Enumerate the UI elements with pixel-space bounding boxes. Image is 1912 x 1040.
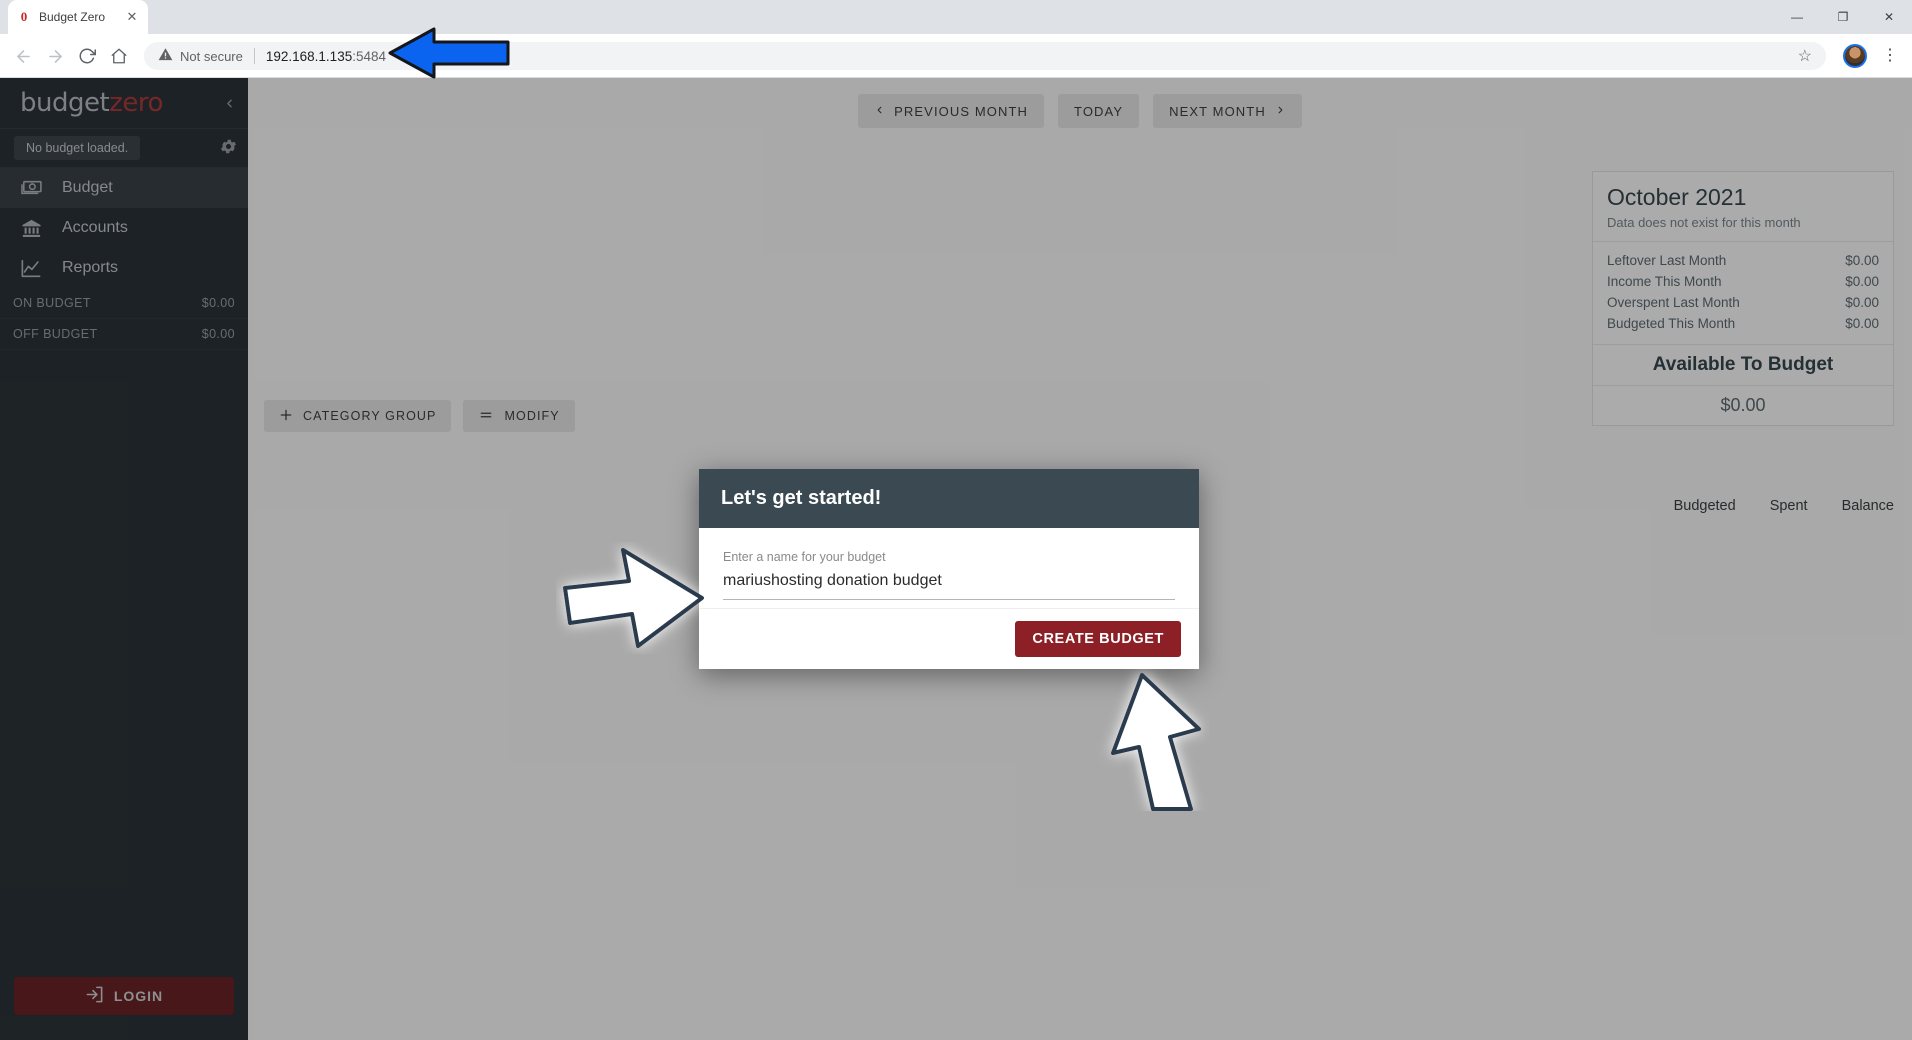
dialog-body: Enter a name for your budget (699, 528, 1199, 608)
create-budget-button[interactable]: CREATE BUDGET (1015, 621, 1181, 657)
url-port: :5484 (352, 48, 387, 64)
profile-avatar[interactable] (1843, 44, 1867, 68)
browser-titlebar: 0 Budget Zero ✕ — ❐ ✕ (0, 0, 1912, 34)
warning-triangle-icon (158, 47, 173, 65)
omnibox-divider (253, 48, 255, 64)
forward-button[interactable] (40, 41, 70, 71)
window-maximize-button[interactable]: ❐ (1820, 0, 1866, 34)
security-status[interactable]: Not secure (158, 47, 243, 65)
dialog-title: Let's get started! (699, 469, 1199, 528)
url-host: 192.168.1.135 (265, 48, 353, 64)
create-budget-dialog: Let's get started! Enter a name for your… (699, 469, 1199, 669)
reload-button[interactable] (72, 41, 102, 71)
bookmark-star-icon[interactable]: ☆ (1798, 46, 1812, 66)
budget-name-input[interactable] (723, 570, 1175, 600)
security-label: Not secure (180, 48, 243, 64)
tab-favicon-icon: 0 (20, 9, 28, 24)
browser-menu-icon[interactable]: ⋮ (1876, 48, 1904, 64)
address-bar[interactable]: Not secure 192.168.1.135:5484 ☆ (144, 42, 1826, 70)
browser-toolbar: Not secure 192.168.1.135:5484 ☆ ⋮ (0, 34, 1912, 78)
window-close-button[interactable]: ✕ (1866, 0, 1912, 34)
tab-close-icon[interactable]: ✕ (124, 9, 140, 25)
budget-name-label: Enter a name for your budget (723, 550, 886, 564)
dialog-footer: CREATE BUDGET (699, 608, 1199, 669)
window-controls: — ❐ ✕ (1774, 0, 1912, 34)
tab-title: Budget Zero (39, 10, 106, 24)
browser-tab[interactable]: 0 Budget Zero ✕ (8, 0, 148, 34)
back-button[interactable] (8, 41, 38, 71)
window-minimize-button[interactable]: — (1774, 0, 1820, 34)
browser-window: 0 Budget Zero ✕ — ❐ ✕ Not secure 192.168… (0, 0, 1912, 1040)
address-bar-url: 192.168.1.135:5484 (266, 49, 386, 64)
home-button[interactable] (104, 41, 134, 71)
